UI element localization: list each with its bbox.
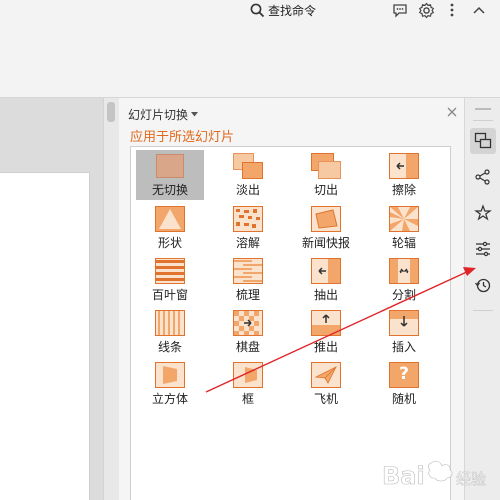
transition-tile-cover[interactable]: 插入 [370, 307, 438, 357]
blinds-transition-icon [155, 258, 185, 284]
transition-tile-comb[interactable]: 梳理 [214, 255, 282, 305]
checkerboard-transition-icon [233, 310, 263, 336]
box-transition-icon [233, 362, 263, 388]
transition-tile-fade[interactable]: 淡出 [214, 150, 282, 200]
transition-tile-airplane[interactable]: 飞机 [292, 359, 360, 409]
cut-transition-icon [311, 153, 341, 179]
transition-tile-wipe[interactable]: 擦除 [370, 150, 438, 200]
slide-page[interactable] [0, 172, 90, 500]
wipe-transition-icon [389, 153, 419, 179]
transition-tile-newsflash[interactable]: 新闻快报 [292, 203, 360, 253]
caret-down-icon [191, 112, 199, 117]
command-search[interactable]: 查找命令 [250, 1, 316, 19]
transition-label: 线条 [157, 340, 182, 354]
panel-title: 幻灯片切换 [128, 108, 189, 122]
transition-label: 梳理 [235, 288, 260, 302]
airplane-transition-icon [311, 362, 341, 388]
transition-label: 棋盘 [235, 340, 260, 354]
gear-icon[interactable] [417, 1, 435, 19]
split-transition-icon [389, 258, 419, 284]
watermark-logo: Bai 经验 [380, 450, 495, 496]
transition-tile-shape[interactable]: 形状 [136, 203, 204, 253]
transition-tile-blinds[interactable]: 百叶窗 [136, 255, 204, 305]
vertical-scrollbar[interactable] [103, 98, 119, 500]
transition-tile-dissolve[interactable]: 溶解 [214, 203, 282, 253]
transition-label: 分割 [391, 288, 416, 302]
panel-title-dropdown[interactable]: 幻灯片切换 [128, 106, 199, 123]
apply-to-selected-link[interactable]: 应用于所选幻灯片 [130, 126, 234, 145]
transition-tile-lines[interactable]: 线条 [136, 307, 204, 357]
shape-transition-icon [155, 206, 185, 232]
transition-label: 百叶窗 [151, 288, 188, 302]
transition-icon[interactable] [470, 128, 496, 154]
transition-tile-cut[interactable]: 切出 [292, 150, 360, 200]
transition-label: 新闻快报 [301, 236, 350, 250]
scrollbar-thumb[interactable] [107, 102, 115, 122]
transition-label: 擦除 [391, 183, 416, 197]
transition-tile-cube[interactable]: 立方体 [136, 359, 204, 409]
comment-icon[interactable] [391, 1, 409, 19]
top-bar: 查找命令 [0, 0, 500, 20]
effects-icon[interactable] [470, 200, 496, 226]
push-transition-icon [311, 310, 341, 336]
pull-transition-icon [311, 258, 341, 284]
ribbon-area [0, 20, 500, 98]
transition-gallery: 无切换 淡出 切出 擦除 形状 溶解 新闻快报 轮辐 百叶窗 梳理 抽出 分割 … [130, 146, 451, 500]
newsflash-transition-icon [311, 206, 341, 232]
wheel-transition-icon [389, 206, 419, 232]
transition-label: 淡出 [235, 183, 260, 197]
transition-label: 抽出 [313, 288, 338, 302]
comb-transition-icon [233, 258, 263, 284]
sidebar-divider [473, 120, 493, 121]
lines-transition-icon [155, 310, 185, 336]
fade-transition-icon [233, 153, 263, 179]
search-label: 查找命令 [268, 3, 317, 18]
transition-tile-split[interactable]: 分割 [370, 255, 438, 305]
random-symbol: ? [399, 364, 409, 384]
sidebar-handle[interactable] [475, 108, 491, 110]
random-transition-icon: ? [389, 362, 419, 388]
transition-label: 随机 [391, 392, 416, 406]
sidebar-divider [473, 310, 493, 311]
transition-label: 溶解 [235, 236, 260, 250]
settings-sliders-icon[interactable] [470, 236, 496, 262]
transition-label: 推出 [313, 340, 338, 354]
none-transition-icon [155, 153, 185, 179]
transition-label: 形状 [157, 236, 182, 250]
transition-label: 立方体 [151, 392, 188, 406]
svg-text:经验: 经验 [456, 470, 486, 488]
history-icon[interactable] [470, 272, 496, 298]
share-icon[interactable] [470, 164, 496, 190]
transition-label: 框 [241, 392, 254, 406]
transition-label: 切出 [313, 183, 338, 197]
transition-tile-push[interactable]: 推出 [292, 307, 360, 357]
search-icon [250, 3, 265, 17]
transition-tile-box[interactable]: 框 [214, 359, 282, 409]
transition-tile-checkerboard[interactable]: 棋盘 [214, 307, 282, 357]
close-icon[interactable] [445, 105, 459, 119]
dissolve-transition-icon [233, 206, 263, 232]
right-task-sidebar [464, 98, 500, 500]
transition-label: 无切换 [151, 183, 188, 197]
transition-tile-random[interactable]: ? 随机 [370, 359, 438, 409]
cover-transition-icon [389, 310, 419, 336]
more-icon[interactable] [443, 1, 461, 19]
cube-transition-icon [155, 362, 185, 388]
transition-tile-wheel[interactable]: 轮辐 [370, 203, 438, 253]
svg-text:Bai: Bai [382, 462, 425, 490]
transition-tile-pull[interactable]: 抽出 [292, 255, 360, 305]
transition-label: 插入 [391, 340, 416, 354]
slide-transition-panel: 幻灯片切换 应用于所选幻灯片 无切换 淡出 切出 擦除 形状 溶解 新闻快报 轮… [119, 98, 464, 500]
transition-label: 轮辐 [391, 236, 416, 250]
transition-label: 飞机 [313, 392, 338, 406]
transition-tile-none[interactable]: 无切换 [136, 150, 204, 200]
collapse-ribbon-icon[interactable] [470, 1, 488, 19]
